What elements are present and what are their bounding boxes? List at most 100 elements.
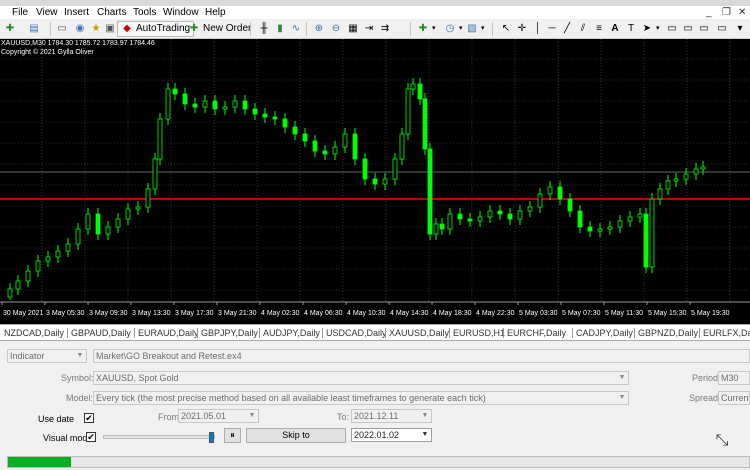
skip-to-button[interactable]: Skip to xyxy=(246,428,346,443)
toolbar-separator xyxy=(492,22,493,36)
candle-body xyxy=(617,220,623,228)
model-label: Model: xyxy=(66,393,94,403)
spread-label: Spread: xyxy=(689,393,721,403)
time-label: 4 May 10:30 xyxy=(347,310,386,317)
to-date-field[interactable]: 2021.12.11 ▼ xyxy=(351,409,432,423)
toolbar-separator xyxy=(410,22,411,36)
candle-body xyxy=(192,103,198,108)
profiles-icon: ▤ xyxy=(29,23,39,34)
toolbar-separator xyxy=(50,22,51,36)
zoom-in-icon: ⊕ xyxy=(314,23,324,34)
period-icon: ▭ xyxy=(683,23,693,34)
pause-button[interactable]: ⏸ xyxy=(224,428,241,443)
menu-file[interactable]: File xyxy=(12,6,28,19)
price-chart[interactable]: 30 May 2021 3 May 05:30 3 May 09:30 3 May 1… xyxy=(0,39,750,324)
from-date-field[interactable]: 2021.05.01 ▼ xyxy=(178,409,259,423)
menu-charts[interactable]: Charts xyxy=(97,6,126,19)
candle-body xyxy=(157,118,163,160)
tab-gbpnzd[interactable]: GBPNZD,Daily xyxy=(638,327,698,340)
menu-help[interactable]: Help xyxy=(205,6,226,19)
chart-symbol-info: XAUUSD,M30 1784.30 1785.72 1783.97 1784.… xyxy=(1,40,155,47)
new-order-button[interactable]: ✚ New Order xyxy=(184,21,255,37)
line-chart-button[interactable]: ∿ xyxy=(286,21,306,37)
skip-date-field[interactable]: 2022.01.02 ▼ xyxy=(351,428,432,442)
market-watch-button[interactable]: ▭ xyxy=(52,21,72,37)
tab-eurchf[interactable]: EURCHF,Daily xyxy=(507,327,566,340)
tester-type-value: Indicator xyxy=(10,351,45,361)
candle-body xyxy=(202,100,208,108)
tab-gbpjpy[interactable]: GBPJPY,Daily xyxy=(201,327,258,340)
menu-insert[interactable]: Insert xyxy=(64,6,89,19)
candle-body xyxy=(152,158,158,190)
candle-body xyxy=(665,180,671,190)
use-date-checkbox[interactable]: ✔ xyxy=(84,413,94,423)
candle-body xyxy=(172,88,178,95)
period-h1-button[interactable]: ▭ xyxy=(712,21,732,37)
zoom-icon[interactable]: ⤡ xyxy=(711,430,733,452)
period-select[interactable]: M30 xyxy=(718,371,750,385)
spread-value: Current xyxy=(721,393,750,403)
visual-speed-slider[interactable] xyxy=(103,432,215,443)
candle-body xyxy=(700,166,706,170)
candle-body xyxy=(447,213,453,230)
visual-mode-checkbox[interactable]: ✔ xyxy=(86,432,96,442)
autotrading-icon: ◆ xyxy=(123,23,131,34)
time-label: 3 May 05:30 xyxy=(46,310,85,317)
tab-cadjpy[interactable]: CADJPY,Daily xyxy=(576,327,633,340)
arrow-icon: ➤ xyxy=(642,23,652,34)
tab-euraud[interactable]: EURAUD,Daily xyxy=(138,327,199,340)
candle-body xyxy=(45,256,51,262)
close-icon[interactable]: ✕ xyxy=(738,6,746,19)
candle-body xyxy=(427,148,433,235)
new-chart-button[interactable]: ✚ xyxy=(0,21,20,37)
indicators-button[interactable]: ✚ ▾ xyxy=(413,21,440,37)
model-select[interactable]: Every tick (the most precise method base… xyxy=(93,391,629,405)
slider-thumb[interactable] xyxy=(209,432,214,443)
chevron-down-icon: ▼ xyxy=(421,431,429,438)
candle-body xyxy=(115,218,121,228)
toolbar: ✚ ▤ ▭ ◉ ★ ▣ ◆ AutoTrading ✚ New Order ╫ … xyxy=(0,19,750,39)
period-icon: ▭ xyxy=(667,23,677,34)
autoscroll-button[interactable]: ⇉ xyxy=(375,21,395,37)
time-label: 5 May 03:30 xyxy=(519,310,558,317)
tab-eurlfx[interactable]: EURLFX,Daily xyxy=(703,327,750,340)
candle-body xyxy=(95,213,101,235)
tab-audjpy[interactable]: AUDJPY,Daily xyxy=(263,327,320,340)
candle-body xyxy=(105,226,111,235)
trendline-icon: ╱ xyxy=(563,23,571,34)
chart-copyright: Copyright © 2021 Gylla Oliver xyxy=(1,49,94,56)
tab-usdcad[interactable]: USDCAD,Daily xyxy=(326,327,387,340)
menu-tools[interactable]: Tools xyxy=(133,6,156,19)
period-m15-button[interactable]: ▭ xyxy=(694,21,714,37)
menu-window[interactable]: Window xyxy=(163,6,199,19)
restore-icon[interactable]: ❐ xyxy=(722,6,731,19)
profiles-button[interactable]: ▤ xyxy=(24,21,44,37)
new-order-icon: ✚ xyxy=(189,23,199,34)
candle-body xyxy=(135,206,141,210)
arrows-button[interactable]: ➤ ▾ xyxy=(637,21,664,37)
time-label: 4 May 18:30 xyxy=(433,310,472,317)
from-date-value: 2021.05.01 xyxy=(181,411,227,421)
candle-body xyxy=(487,210,493,218)
symbol-select[interactable]: XAUUSD, Spot Gold ▼ xyxy=(93,371,629,385)
candle-body xyxy=(467,218,473,222)
tab-nzdcad[interactable]: NZDCAD,Daily xyxy=(4,327,64,340)
expert-select[interactable]: Market\GO Breakout and Retest.ex4 xyxy=(93,349,750,363)
menu-view[interactable]: View xyxy=(36,6,58,19)
tab-gbpaud[interactable]: GBPAUD,Daily xyxy=(71,327,131,340)
tester-type-select[interactable]: Indicator ▼ xyxy=(7,349,87,363)
time-label: 5 May 19:30 xyxy=(691,310,730,317)
candle-body xyxy=(507,213,513,220)
candle-body xyxy=(252,108,258,115)
candle-body xyxy=(637,213,643,218)
toolbar-overflow-button[interactable]: ▾ xyxy=(730,21,750,37)
minimize-icon[interactable]: _ xyxy=(706,6,712,19)
autotrading-button[interactable]: ◆ AutoTrading xyxy=(117,21,195,37)
templates-button[interactable]: ▧ ▾ xyxy=(462,21,489,37)
time-label: 3 May 21:30 xyxy=(218,310,257,317)
tab-eurusd[interactable]: EURUSD,H1 xyxy=(453,327,505,340)
skip-date-value: 2022.01.02 xyxy=(354,430,400,440)
spread-select[interactable]: Current xyxy=(718,391,750,405)
new-chart-icon: ✚ xyxy=(5,23,15,34)
tab-xauusd[interactable]: XAUUSD,Daily xyxy=(389,327,449,340)
